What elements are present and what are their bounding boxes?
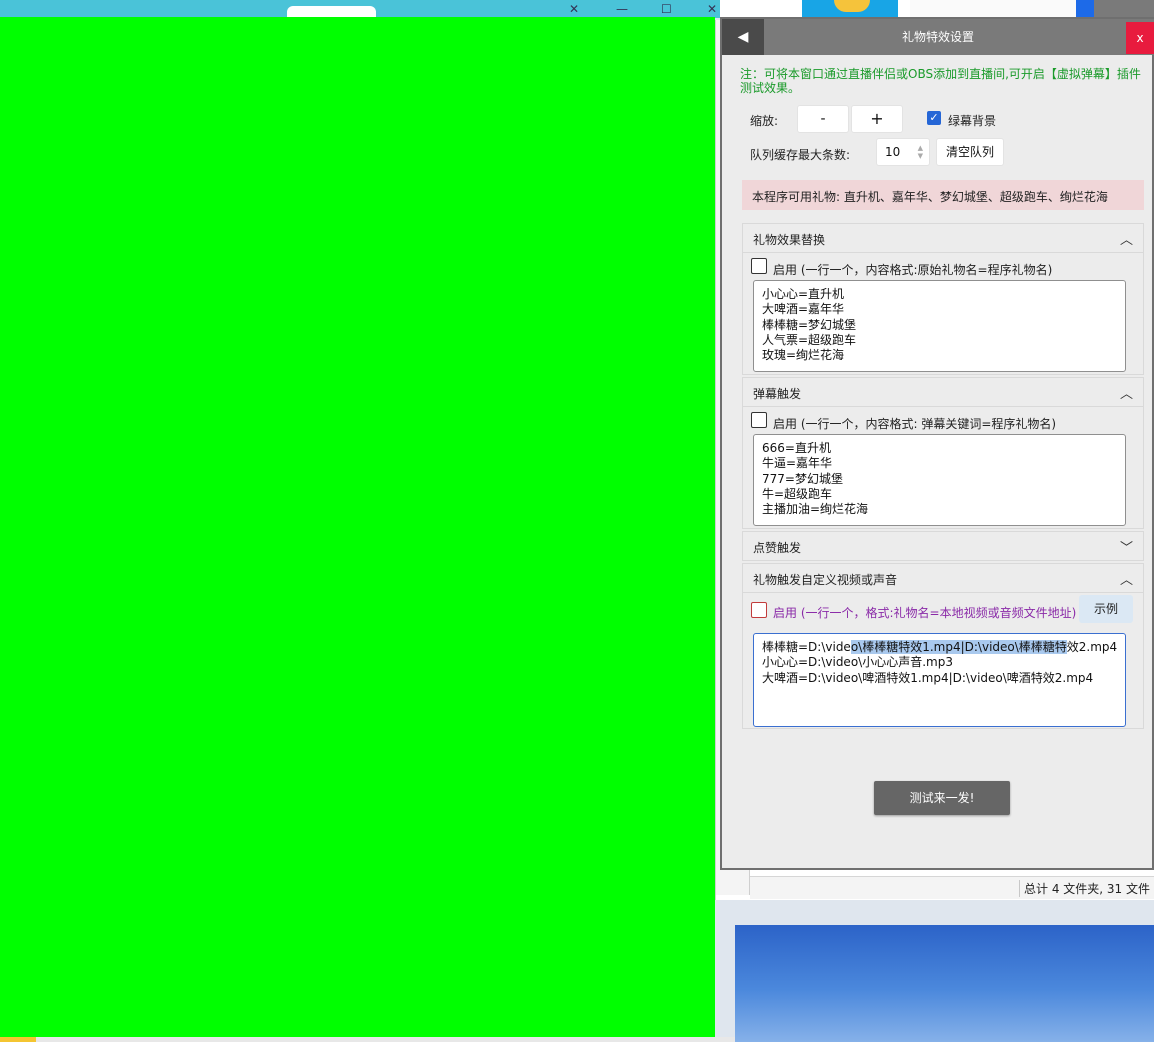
text-line: 玫瑰=绚烂花海: [762, 348, 845, 363]
background-close-icon[interactable]: ✕: [707, 2, 717, 16]
background-close-icon[interactable]: ✕: [569, 2, 579, 16]
queue-size-stepper[interactable]: 10 ▲ ▼: [876, 138, 930, 166]
section-custom-media-header[interactable]: 礼物触发自定义视频或声音 ︿: [742, 563, 1144, 593]
background-maximize-icon[interactable]: ☐: [661, 2, 672, 16]
background-thumbnail-logo: [802, 0, 898, 18]
section-gift-replace-body: 启用 (一行一个，内容格式:原始礼物名=程序礼物名) 小心心=直升机 大啤酒=嘉…: [742, 253, 1144, 375]
section-title: 礼物触发自定义视频或声音: [753, 573, 898, 587]
gift-effect-settings-window: ◀ 礼物特效设置 x 注：可将本窗口通过直播伴侣或OBS添加到直播间,可开启【虚…: [720, 17, 1154, 870]
chevron-down-icon[interactable]: ﹀: [1120, 537, 1133, 556]
text-line: 小心心=D:\video\小心心声音.mp3: [762, 655, 953, 670]
background-thumbnail: [1076, 0, 1096, 18]
status-text: 总计 4 文件夹, 31 文件: [1019, 880, 1150, 897]
background-wallpaper: [735, 925, 1154, 1042]
text-line: 主播加油=绚烂花海: [762, 502, 869, 517]
danmu-trigger-textarea[interactable]: 666=直升机 牛逼=嘉年华 777=梦幻城堡 牛=超级跑车 主播加油=绚烂花海: [753, 434, 1126, 526]
queue-size-value: 10: [885, 145, 901, 159]
section-title: 礼物效果替换: [753, 233, 826, 247]
section-like-trigger-header[interactable]: 点赞触发 ﹀: [742, 531, 1144, 561]
text-line: 大啤酒=D:\video\啤酒特效1.mp4|D:\video\啤酒特效2.mp…: [762, 670, 1094, 685]
selected-text: o\棒棒糖特效1.mp4|D:\video\棒棒糖特: [850, 640, 1067, 654]
green-screen-canvas: [0, 17, 715, 1037]
example-button[interactable]: 示例: [1079, 595, 1133, 623]
text-line: 牛=超级跑车: [762, 486, 833, 501]
green-bg-label: 绿幕背景: [948, 114, 997, 128]
custom-media-enable-label: 启用 (一行一个，格式:礼物名=本地视频或音频文件地址): [773, 606, 1077, 620]
section-title: 弹幕触发: [753, 387, 802, 401]
available-gifts-text: 本程序可用礼物: 直升机、嘉年华、梦幻城堡、超级跑车、绚烂花海: [752, 190, 1108, 204]
background-browser-bar: ✕ — ☐ ✕: [0, 0, 720, 18]
text-line: 大啤酒=嘉年华: [762, 302, 845, 317]
section-title: 点赞触发: [753, 541, 802, 555]
text-line-part: 棒棒糖=D:\vide: [762, 640, 851, 654]
section-custom-media-body: 启用 (一行一个，格式:礼物名=本地视频或音频文件地址) 示例 棒棒糖=D:\v…: [742, 593, 1144, 729]
window-title: 礼物特效设置: [901, 30, 974, 44]
clear-queue-button[interactable]: 清空队列: [936, 138, 1004, 166]
explorer-status-bar: 总计 4 文件夹, 31 文件: [750, 876, 1154, 899]
custom-media-enable-checkbox[interactable]: [751, 602, 767, 618]
background-taskbar-edge: [0, 1037, 735, 1042]
text-line: 777=梦幻城堡: [762, 471, 843, 486]
background-thumbnail: [910, 0, 1076, 18]
green-bg-checkbox[interactable]: ✓: [927, 111, 941, 125]
test-button[interactable]: 测试来一发!: [874, 781, 1010, 815]
gift-replace-enable-label: 启用 (一行一个，内容格式:原始礼物名=程序礼物名): [773, 263, 1053, 277]
zoom-label: 缩放:: [750, 114, 779, 128]
custom-media-textarea[interactable]: 棒棒糖=D:\video\棒棒糖特效1.mp4|D:\video\棒棒糖特效2.…: [753, 633, 1126, 727]
zoom-in-button[interactable]: +: [851, 105, 903, 133]
available-gifts-banner: 本程序可用礼物: 直升机、嘉年华、梦幻城堡、超级跑车、绚烂花海: [742, 180, 1144, 210]
text-line: 棒棒糖=梦幻城堡: [762, 317, 857, 332]
text-line: 666=直升机: [762, 441, 831, 455]
taskbar-highlight: [0, 1037, 36, 1042]
chevron-up-icon[interactable]: ︿: [1120, 229, 1133, 248]
danmu-trigger-enable-label: 启用 (一行一个，内容格式: 弹幕关键词=程序礼物名): [773, 417, 1057, 431]
close-button[interactable]: x: [1126, 22, 1154, 54]
text-line-part: 效2.mp4: [1066, 640, 1118, 654]
stepper-arrows-icon[interactable]: ▲ ▼: [918, 144, 923, 160]
text-line: 牛逼=嘉年华: [762, 456, 833, 471]
queue-size-label: 队列缓存最大条数:: [750, 148, 851, 162]
gift-replace-enable-checkbox[interactable]: [751, 258, 767, 274]
chevron-up-icon[interactable]: ︿: [1120, 383, 1133, 402]
text-line: 人气票=超级跑车: [762, 332, 857, 347]
background-minimize-icon[interactable]: —: [616, 2, 628, 16]
danmu-trigger-enable-checkbox[interactable]: [751, 412, 767, 428]
section-danmu-trigger-body: 启用 (一行一个，内容格式: 弹幕关键词=程序礼物名) 666=直升机 牛逼=嘉…: [742, 407, 1144, 529]
usage-note: 注：可将本窗口通过直播伴侣或OBS添加到直播间,可开启【虚拟弹幕】插件测试效果。: [740, 67, 1141, 95]
text-line: 小心心=直升机: [762, 287, 845, 301]
section-danmu-trigger-header[interactable]: 弹幕触发 ︿: [742, 377, 1144, 407]
title-bar[interactable]: ◀ 礼物特效设置 x: [722, 19, 1154, 55]
zoom-out-button[interactable]: -: [797, 105, 849, 133]
section-gift-replace-header[interactable]: 礼物效果替换 ︿: [742, 223, 1144, 253]
gift-replace-textarea[interactable]: 小心心=直升机 大啤酒=嘉年华 棒棒糖=梦幻城堡 人气票=超级跑车 玫瑰=绚烂花…: [753, 280, 1126, 372]
chevron-up-icon[interactable]: ︿: [1120, 569, 1133, 588]
